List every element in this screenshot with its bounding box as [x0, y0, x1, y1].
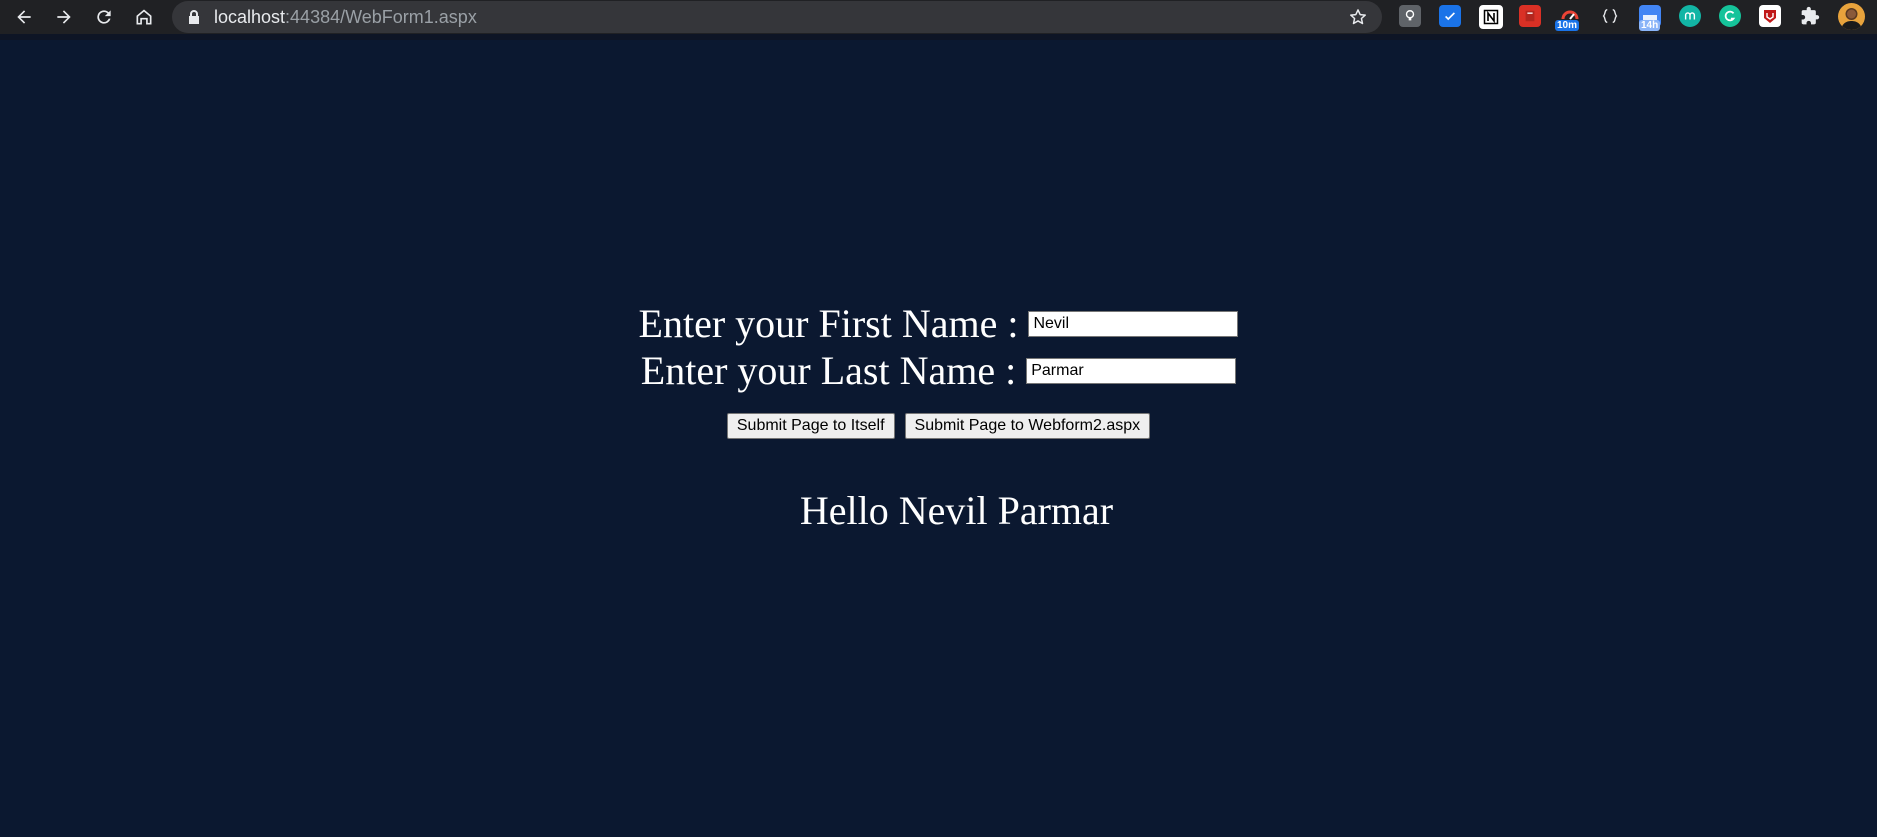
- page-content: Enter your First Name : Enter your Last …: [0, 40, 1877, 837]
- first-name-input[interactable]: [1028, 310, 1239, 337]
- button-row: Submit Page to Itself Submit Page to Web…: [0, 413, 1877, 439]
- puzzle-ext-icon[interactable]: [1799, 5, 1821, 27]
- bookmark-star-icon[interactable]: [1348, 7, 1368, 27]
- last-name-row: Enter your Last Name :: [0, 347, 1877, 394]
- notion-ext-icon[interactable]: [1479, 5, 1503, 29]
- url-text[interactable]: localhost:44384/WebForm1.aspx: [214, 7, 477, 27]
- url-host: localhost: [214, 7, 286, 27]
- greeting-text: Hello Nevil Parmar: [799, 488, 1114, 533]
- last-name-label: Enter your Last Name :: [640, 348, 1017, 393]
- lock-icon[interactable]: [186, 9, 202, 25]
- book-ext-icon[interactable]: [1519, 5, 1541, 27]
- last-name-input[interactable]: [1026, 357, 1237, 384]
- keep-ext-icon[interactable]: [1399, 5, 1421, 27]
- first-name-label: Enter your First Name :: [638, 301, 1019, 346]
- first-name-row: Enter your First Name :: [0, 300, 1877, 347]
- home-icon[interactable]: [131, 4, 157, 30]
- calendar-ext-icon[interactable]: 14h: [1639, 5, 1661, 31]
- browser-toolbar: localhost:44384/WebForm1.aspx 10m 14h: [0, 0, 1877, 40]
- submit-self-button[interactable]: Submit Page to Itself: [726, 413, 895, 439]
- forward-arrow-icon[interactable]: [51, 4, 77, 30]
- profile-avatar[interactable]: [1838, 3, 1865, 30]
- reload-icon[interactable]: [91, 4, 117, 30]
- timer-ext-icon[interactable]: 10m: [1555, 5, 1581, 31]
- json-ext-icon[interactable]: [1599, 5, 1621, 27]
- todo-check-ext-icon[interactable]: [1439, 5, 1461, 27]
- url-path: :44384/WebForm1.aspx: [285, 7, 477, 27]
- grammarly-ext-icon[interactable]: [1719, 5, 1741, 27]
- address-bar[interactable]: localhost:44384/WebForm1.aspx: [172, 1, 1382, 33]
- submit-webform2-button[interactable]: Submit Page to Webform2.aspx: [904, 413, 1151, 439]
- back-arrow-icon[interactable]: [11, 4, 37, 30]
- mcafee-ext-icon[interactable]: [1759, 5, 1781, 27]
- mercury-ext-icon[interactable]: [1679, 5, 1701, 27]
